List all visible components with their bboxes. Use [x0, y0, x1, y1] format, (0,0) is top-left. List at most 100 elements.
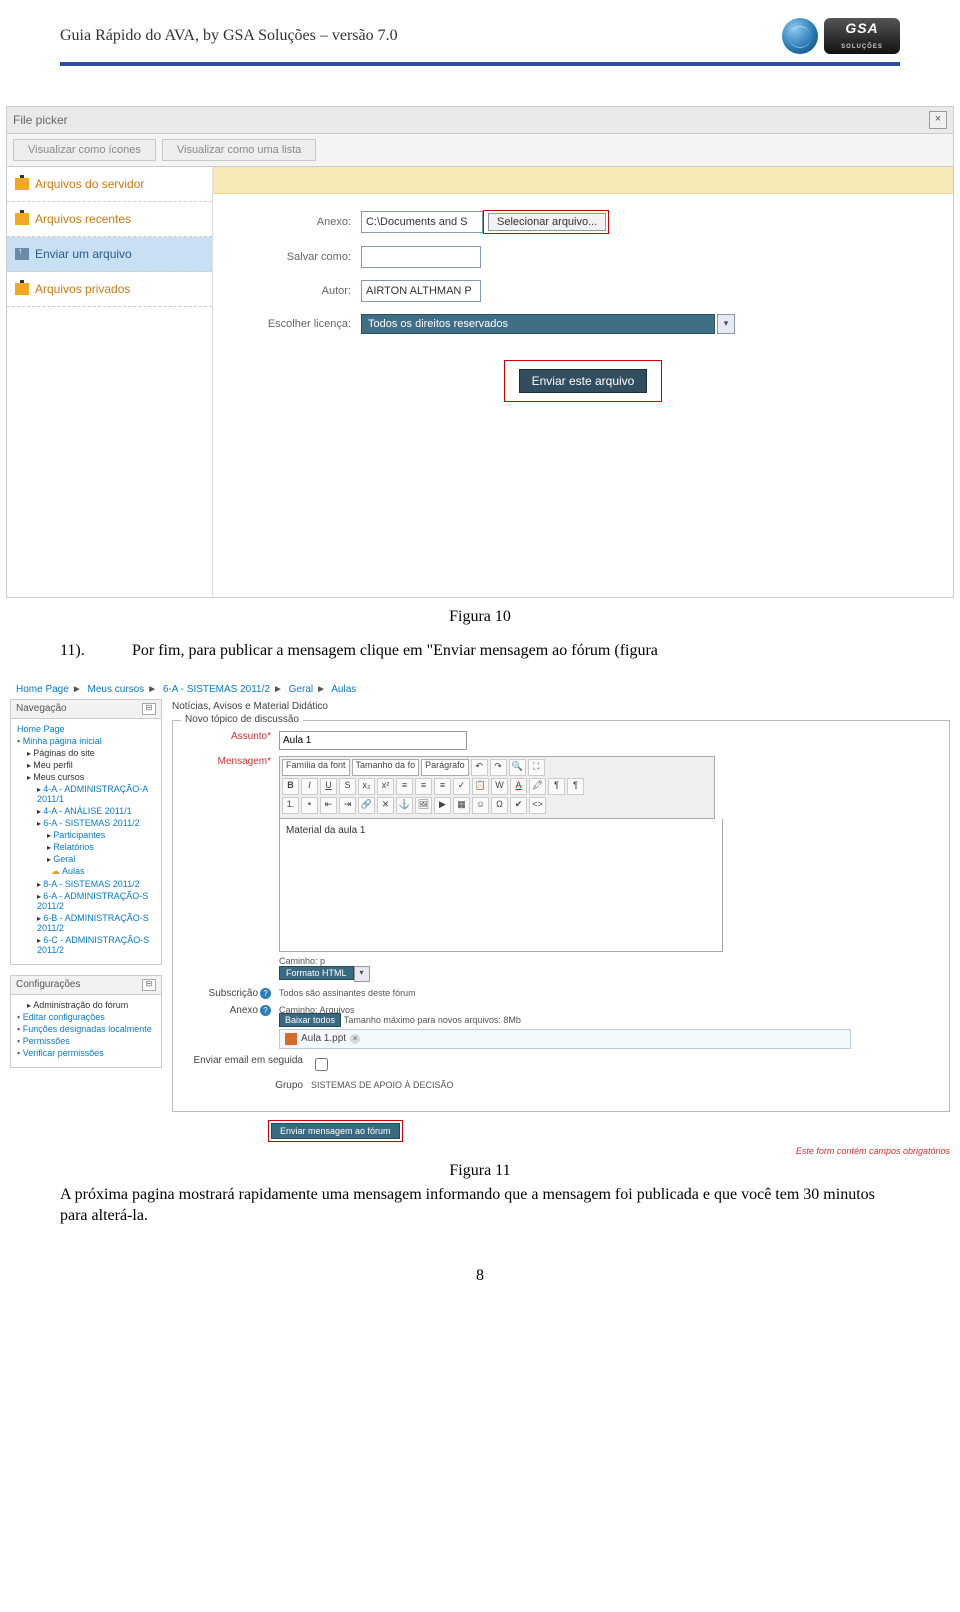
help-icon[interactable]: ? [260, 988, 271, 999]
table-icon[interactable]: ▦ [453, 797, 470, 814]
download-all-button[interactable]: Baixar todos [279, 1013, 341, 1027]
attachment-name[interactable]: Aula 1.ppt [301, 1033, 346, 1044]
crumb[interactable]: Aulas [331, 684, 356, 695]
close-icon[interactable]: × [929, 111, 947, 129]
format-select[interactable]: Parágrafo [421, 759, 469, 776]
strike-icon[interactable]: S [339, 778, 356, 795]
nav-course[interactable]: 4-A - ADMINISTRAÇÃO-A 2011/1 [17, 783, 155, 805]
indent-icon[interactable]: ⇥ [339, 797, 356, 814]
cfgbox-title: Configurações [16, 979, 80, 990]
new-topic-fieldset: Novo tópico de discussão Assunto* Mensag… [172, 720, 950, 1112]
gsa-logo [782, 18, 900, 54]
saveas-input[interactable] [361, 246, 481, 268]
align-right-icon[interactable]: ≡ [434, 778, 451, 795]
subject-label: Assunto* [183, 731, 279, 742]
list-number: 11). [60, 640, 98, 662]
media-icon[interactable]: ▶ [434, 797, 451, 814]
font-size-select[interactable]: Tamanho da fo [352, 759, 420, 776]
tab-view-icons[interactable]: Visualizar como ícones [13, 139, 156, 161]
select-file-button[interactable]: Selecionar arquivo... [488, 213, 606, 231]
crumb[interactable]: 6-A - SISTEMAS 2011/2 [163, 684, 270, 695]
subject-input[interactable] [279, 731, 467, 750]
chevron-down-icon[interactable]: ▾ [354, 966, 370, 982]
message-editor[interactable]: Material da aula 1 [279, 819, 723, 952]
image-icon[interactable]: 🖼 [415, 797, 432, 814]
nav-participants[interactable]: Participantes [17, 829, 155, 841]
paste-word-icon[interactable]: W [491, 778, 508, 795]
html-icon[interactable]: <> [529, 797, 546, 814]
settings-block: Configurações ⊟ Administração do fórum E… [10, 975, 162, 1068]
post-to-forum-button[interactable]: Enviar mensagem ao fórum [271, 1123, 400, 1139]
collapse-icon[interactable]: ⊟ [142, 703, 156, 715]
nav-home[interactable]: Home Page [17, 723, 155, 735]
collapse-icon[interactable]: ⊟ [142, 979, 156, 991]
author-input[interactable] [361, 280, 481, 302]
nav-mycourses[interactable]: Meus cursos [17, 771, 155, 783]
ul-icon[interactable]: • [301, 797, 318, 814]
cfg-edit[interactable]: Editar configurações [17, 1011, 155, 1023]
attach-hint: Tamanho máximo para novos arquivos: 8Mb [344, 1015, 521, 1025]
cfg-roles[interactable]: Funções designadas localmente [17, 1023, 155, 1035]
upload-submit-button[interactable]: Enviar este arquivo [519, 369, 648, 393]
sidebar-label: Arquivos do servidor [35, 177, 144, 191]
attachment-row: Aula 1.ppt × [279, 1029, 851, 1049]
crumb[interactable]: Meus cursos [88, 684, 145, 695]
cfg-perms[interactable]: Permissões [17, 1035, 155, 1047]
chevron-down-icon[interactable]: ▾ [717, 314, 735, 334]
cfg-admin[interactable]: Administração do fórum [17, 999, 155, 1011]
paste-icon[interactable]: 📋 [472, 778, 489, 795]
ol-icon[interactable]: 1. [282, 797, 299, 814]
crumb[interactable]: Home Page [16, 684, 69, 695]
nav-aulas[interactable]: Aulas [17, 865, 155, 878]
nav-course[interactable]: 6-C - ADMINISTRAÇÃO-S 2011/2 [17, 934, 155, 956]
nav-general[interactable]: Geral [17, 853, 155, 865]
redo-icon[interactable]: ↷ [490, 759, 507, 776]
bold-icon[interactable]: B [282, 778, 299, 795]
find-icon[interactable]: 🔍 [509, 759, 526, 776]
anexo-input[interactable] [361, 211, 483, 233]
subscript-icon[interactable]: x₂ [358, 778, 375, 795]
sidebar-item-server[interactable]: Arquivos do servidor [7, 167, 212, 202]
unlink-icon[interactable]: ✕ [377, 797, 394, 814]
italic-icon[interactable]: I [301, 778, 318, 795]
format-html-button[interactable]: Formato HTML [279, 966, 354, 980]
saveas-label: Salvar como: [231, 251, 361, 263]
nav-reports[interactable]: Relatórios [17, 841, 155, 853]
undo-icon[interactable]: ↶ [471, 759, 488, 776]
nav-course[interactable]: 6-B - ADMINISTRAÇÃO-S 2011/2 [17, 912, 155, 934]
nav-course[interactable]: 4-A - ANÁLISE 2011/1 [17, 805, 155, 817]
ltr-icon[interactable]: ¶ [548, 778, 565, 795]
anchor-icon[interactable]: ⚓ [396, 797, 413, 814]
textcolor-icon[interactable]: A [510, 778, 527, 795]
license-select[interactable]: Todos os direitos reservados [361, 314, 715, 334]
align-left-icon[interactable]: ≡ [396, 778, 413, 795]
tab-view-list[interactable]: Visualizar como uma lista [162, 139, 317, 161]
emoticon-icon[interactable]: ☺ [472, 797, 489, 814]
sidebar-item-private[interactable]: Arquivos privados [7, 272, 212, 307]
fullscreen-icon[interactable]: ⛶ [528, 759, 545, 776]
superscript-icon[interactable]: x² [377, 778, 394, 795]
align-center-icon[interactable]: ≡ [415, 778, 432, 795]
outdent-icon[interactable]: ⇤ [320, 797, 337, 814]
char-icon[interactable]: Ω [491, 797, 508, 814]
nav-course[interactable]: 6-A - SISTEMAS 2011/2 [17, 817, 155, 829]
font-family-select[interactable]: Família da font [282, 759, 350, 776]
nav-myhome[interactable]: Minha página inicial [17, 735, 155, 747]
help-icon[interactable]: ? [260, 1005, 271, 1016]
crumb[interactable]: Geral [289, 684, 313, 695]
sidebar-item-recent[interactable]: Arquivos recentes [7, 202, 212, 237]
sidebar-item-upload[interactable]: Enviar um arquivo [7, 237, 212, 272]
link-icon[interactable]: 🔗 [358, 797, 375, 814]
cfg-verify[interactable]: Verificar permissões [17, 1047, 155, 1059]
bgcolor-icon[interactable]: 🖍 [529, 778, 546, 795]
delete-icon[interactable]: × [350, 1034, 360, 1044]
rtl-icon[interactable]: ¶ [567, 778, 584, 795]
nav-myprofile[interactable]: Meu perfil [17, 759, 155, 771]
underline-icon[interactable]: U [320, 778, 337, 795]
nav-course[interactable]: 6-A - ADMINISTRAÇÃO-S 2011/2 [17, 890, 155, 912]
clean-icon[interactable]: ✓ [453, 778, 470, 795]
email-checkbox[interactable] [315, 1058, 328, 1071]
nav-sitepages[interactable]: Páginas do site [17, 747, 155, 759]
spell-icon[interactable]: ✔ [510, 797, 527, 814]
nav-course[interactable]: 8-A - SISTEMAS 2011/2 [17, 878, 155, 890]
